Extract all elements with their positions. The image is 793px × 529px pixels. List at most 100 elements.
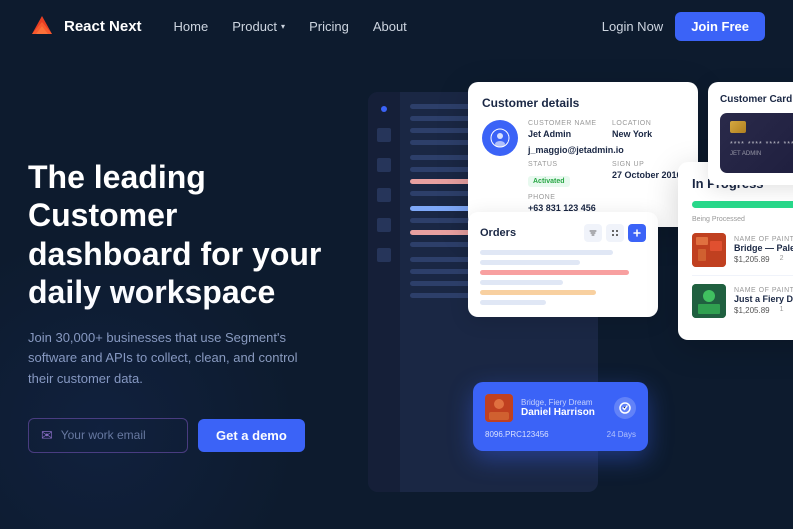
order-bar-row-5 bbox=[480, 290, 646, 295]
sidebar-icon-2 bbox=[377, 158, 391, 172]
customer-since-field: SIGN UP 27 October 2016 bbox=[612, 161, 684, 188]
email-form: ✉ Get a demo bbox=[28, 418, 348, 453]
sidebar-icon-1 bbox=[377, 128, 391, 142]
profile-thumb bbox=[485, 394, 513, 422]
order-item-2: NAME OF PAINTING Just a Fiery Dream $1,2… bbox=[692, 284, 793, 326]
profile-item-name: Bridge, Fiery Dream bbox=[521, 398, 606, 407]
navbar: React Next Home Product ▾ Pricing About … bbox=[0, 0, 793, 52]
nav-about[interactable]: About bbox=[373, 19, 407, 34]
order-bar-1 bbox=[480, 250, 613, 255]
profile-date: 24 Days bbox=[607, 430, 636, 439]
nav-actions: Login Now Join Free bbox=[602, 12, 765, 41]
location-value: New York bbox=[612, 129, 684, 139]
get-demo-button[interactable]: Get a demo bbox=[198, 419, 305, 452]
progress-bar-wrap bbox=[692, 201, 793, 208]
order-bar-row-2 bbox=[480, 260, 646, 265]
order-details-1: NAME OF PAINTING Bridge — Palette Knife … bbox=[734, 236, 793, 264]
profile-card-panel: Bridge, Fiery Dream Daniel Harrison 8096… bbox=[473, 382, 648, 451]
cc-number: **** **** **** **** bbox=[730, 141, 793, 148]
profile-badge bbox=[614, 397, 636, 419]
orders-filter-btn[interactable] bbox=[584, 224, 602, 242]
email-input-wrap[interactable]: ✉ bbox=[28, 418, 188, 453]
nav-home[interactable]: Home bbox=[174, 19, 209, 34]
orders-header: Orders bbox=[480, 224, 646, 242]
order-item-1: NAME OF PAINTING Bridge — Palette Knife … bbox=[692, 233, 793, 276]
customer-name-field: CUSTOMER NAME Jet Admin bbox=[528, 120, 600, 139]
name-label: CUSTOMER NAME bbox=[528, 120, 600, 127]
order-qty-1: 2 bbox=[780, 255, 784, 264]
order-thumb-2 bbox=[692, 284, 726, 318]
order-bar-row-3 bbox=[480, 270, 646, 275]
hero-subtitle: Join 30,000+ businesses that use Segment… bbox=[28, 328, 308, 390]
cc-name: JET ADMIN bbox=[730, 151, 793, 157]
order-qty-2: 1 bbox=[780, 306, 784, 315]
since-value: 27 October 2016 bbox=[612, 170, 684, 180]
inprogress-panel: In Progress Being Processed Order is Acc… bbox=[678, 162, 793, 340]
product-dropdown-arrow: ▾ bbox=[281, 22, 285, 31]
customer-card-panel: Customer Card VISA **** **** **** **** J… bbox=[708, 82, 793, 185]
orders-title: Orders bbox=[480, 227, 516, 239]
orders-view-btn[interactable] bbox=[606, 224, 624, 242]
order-maker-label-1: NAME OF PAINTING bbox=[734, 236, 793, 243]
since-label: SIGN UP bbox=[612, 161, 684, 168]
hero-right: Customer details CUSTOMER NAME Jet Admin bbox=[368, 82, 765, 529]
join-button[interactable]: Join Free bbox=[675, 12, 765, 41]
email-icon: ✉ bbox=[41, 427, 53, 444]
customer-info-row: CUSTOMER NAME Jet Admin LOCATION New Yor… bbox=[482, 120, 684, 213]
order-bar-2 bbox=[480, 260, 580, 265]
name-value: Jet Admin bbox=[528, 129, 600, 139]
status-label: STATUS bbox=[528, 161, 600, 168]
progress-bar-fill bbox=[692, 201, 793, 208]
profile-top: Bridge, Fiery Dream Daniel Harrison bbox=[485, 394, 636, 422]
sidebar-strip bbox=[368, 92, 400, 492]
sidebar-icon-3 bbox=[377, 188, 391, 202]
hero-left: The leading Customer dashboard for your … bbox=[28, 158, 368, 453]
order-bar-row-4 bbox=[480, 280, 646, 285]
customer-status-field: STATUS Activated bbox=[528, 161, 600, 188]
order-thumb-1 bbox=[692, 233, 726, 267]
progress-label-1: Being Processed bbox=[692, 216, 745, 223]
orders-actions bbox=[584, 224, 646, 242]
nav-pricing[interactable]: Pricing bbox=[309, 19, 349, 34]
customer-avatar bbox=[482, 120, 518, 156]
order-name-1: Bridge — Palette Knife bbox=[734, 243, 793, 253]
email-input[interactable] bbox=[61, 428, 171, 442]
order-price-1: $1,205.89 bbox=[734, 255, 770, 264]
order-bars bbox=[480, 250, 646, 305]
credit-card: VISA **** **** **** **** JET ADMIN bbox=[720, 113, 793, 173]
customer-location-field: LOCATION New York bbox=[612, 120, 684, 139]
order-bar-row-6 bbox=[480, 300, 646, 305]
profile-order-num: 8096.PRC123456 bbox=[485, 430, 549, 439]
order-price-2: $1,205.89 bbox=[734, 306, 770, 315]
location-label: LOCATION bbox=[612, 120, 684, 127]
order-maker-label-2: NAME OF PAINTING bbox=[734, 287, 793, 294]
orders-add-btn[interactable] bbox=[628, 224, 646, 242]
customer-email-field: j_maggio@jetadmin.io bbox=[528, 145, 684, 155]
customer-phone-field: PHONE +63 831 123 456 bbox=[528, 194, 600, 213]
status-badge: Activated bbox=[528, 176, 570, 187]
order-bar-5 bbox=[480, 290, 596, 295]
customer-card-title: Customer Card bbox=[720, 94, 793, 105]
profile-info: Bridge, Fiery Dream Daniel Harrison bbox=[521, 398, 606, 418]
sidebar-icon-4 bbox=[377, 218, 391, 232]
profile-bottom: 8096.PRC123456 24 Days bbox=[485, 430, 636, 439]
logo[interactable]: React Next bbox=[28, 12, 142, 40]
nav-links: Home Product ▾ Pricing About bbox=[174, 19, 602, 34]
sidebar-active-indicator bbox=[381, 106, 387, 112]
login-button[interactable]: Login Now bbox=[602, 19, 663, 34]
logo-icon bbox=[28, 12, 56, 40]
customer-fields: CUSTOMER NAME Jet Admin LOCATION New Yor… bbox=[528, 120, 684, 213]
order-bar-row-1 bbox=[480, 250, 646, 255]
order-meta-2: $1,205.89 1 bbox=[734, 306, 793, 315]
cc-chip bbox=[730, 121, 746, 133]
customer-details-card: Customer details CUSTOMER NAME Jet Admin bbox=[468, 82, 698, 227]
profile-name: Daniel Harrison bbox=[521, 407, 606, 418]
orders-panel: Orders bbox=[468, 212, 658, 317]
order-bar-4 bbox=[480, 280, 563, 285]
order-meta-1: $1,205.89 2 bbox=[734, 255, 793, 264]
hero-section: The leading Customer dashboard for your … bbox=[0, 52, 793, 529]
logo-text: React Next bbox=[64, 18, 142, 35]
progress-labels: Being Processed Order is Accepted bbox=[692, 216, 793, 223]
nav-product[interactable]: Product ▾ bbox=[232, 19, 285, 34]
order-bar-3 bbox=[480, 270, 629, 275]
